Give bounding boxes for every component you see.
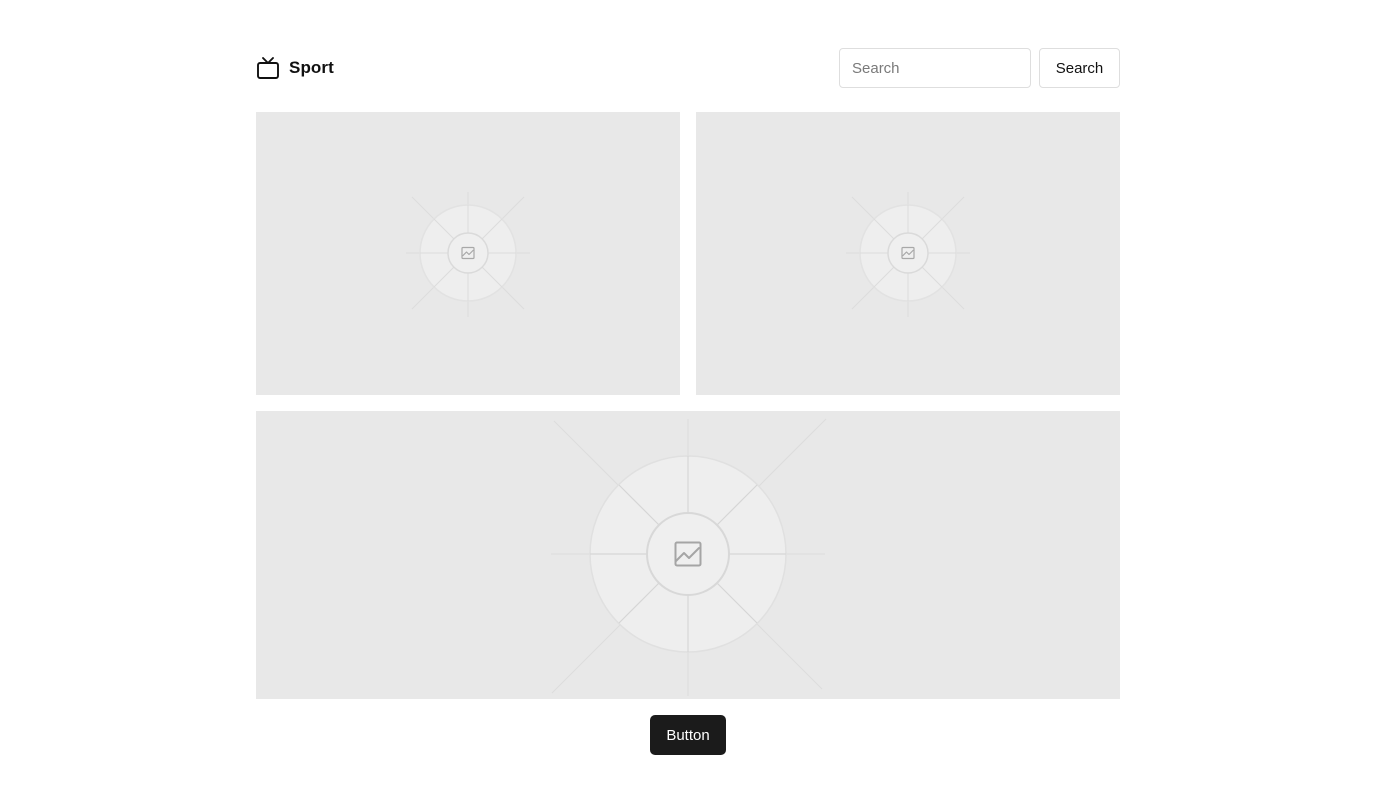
- image-placeholder-icon: [551, 418, 827, 696]
- page: Sport Search Search Button: [0, 0, 1376, 803]
- image-placeholder: [696, 112, 1120, 395]
- image-placeholder: [256, 411, 1120, 699]
- brand-title: Sport: [289, 58, 334, 77]
- search-input[interactable]: [839, 48, 1031, 88]
- image-placeholder: [256, 112, 680, 395]
- header: Sport Search: [256, 48, 1120, 88]
- search-button[interactable]: Search: [1039, 48, 1120, 88]
- primary-button[interactable]: Button: [650, 715, 726, 755]
- image-placeholder-icon: [846, 192, 970, 317]
- tv-icon: [257, 57, 279, 79]
- image-placeholder-icon: [406, 192, 530, 317]
- brand[interactable]: Sport: [256, 48, 334, 88]
